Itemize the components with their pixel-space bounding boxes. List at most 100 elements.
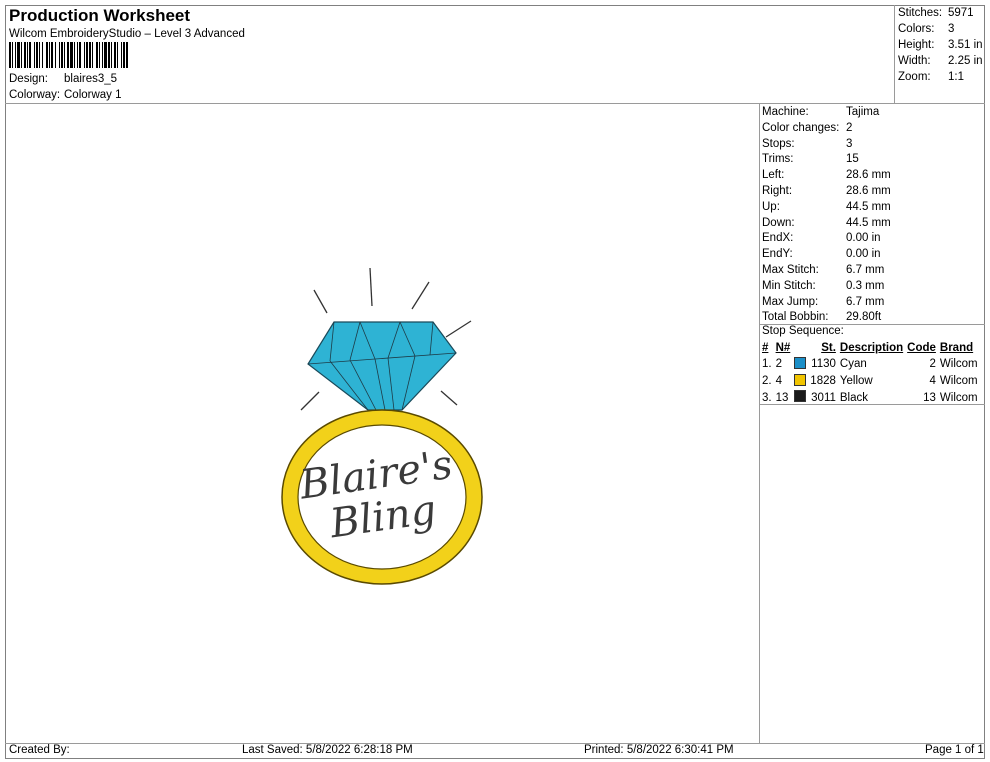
- machine-info-row: EndX: 0.00 in: [762, 231, 891, 247]
- summary-value: 1:1: [948, 71, 964, 83]
- summary-row: Width: 2.25 in: [898, 53, 983, 69]
- stop-code: 4: [929, 375, 936, 388]
- machine-info-row: Right: 28.6 mm: [762, 184, 891, 200]
- summary-value: 3.51 in: [948, 39, 983, 51]
- machine-info-row: Machine: Tajima: [762, 105, 891, 121]
- machine-info-label: Left:: [762, 169, 785, 182]
- summary-value: 5971: [948, 7, 974, 19]
- machine-info-value: 0.00 in: [846, 232, 881, 245]
- machine-info-label: EndY:: [762, 248, 793, 261]
- summary-row: Height: 3.51 in: [898, 37, 983, 53]
- machine-info-label: Max Jump:: [762, 295, 819, 308]
- footer-page-number: Page 1 of 1: [925, 744, 984, 756]
- machine-info-row: Total Bobbin: 29.80ft: [762, 310, 891, 326]
- thread-color-swatch: [794, 373, 807, 386]
- col-swatch: [792, 341, 808, 357]
- design-value: blaires3_5: [64, 73, 118, 85]
- stop-sequence-row: 2. 4 1828 Yellow 4 Wilcom: [760, 373, 980, 391]
- stop-brand: Wilcom: [939, 391, 978, 404]
- stop-table-header: # N# St. Description Code Brand: [760, 341, 980, 357]
- colorway-value: Colorway 1: [64, 89, 122, 101]
- col-brand: Brand: [939, 342, 974, 354]
- footer-divider: [5, 743, 985, 744]
- machine-info-row: Up: 44.5 mm: [762, 200, 891, 216]
- colorway-row: Colorway: Colorway 1: [9, 89, 122, 101]
- machine-info-label: Machine:: [762, 106, 809, 118]
- color-swatch: [792, 373, 808, 391]
- machine-info-label: Up:: [762, 200, 780, 213]
- machine-info-row: Min Stitch: 0.3 mm: [762, 279, 891, 295]
- stop-needle: 4: [775, 375, 782, 388]
- stop-stitches: 1828: [810, 375, 836, 388]
- machine-info-label: Max Stitch:: [762, 263, 819, 276]
- machine-info-label: Stops:: [762, 137, 795, 150]
- stop-code: 2: [929, 358, 936, 371]
- machine-info-value: 0.3 mm: [846, 279, 885, 292]
- machine-info-row: EndY: 0.00 in: [762, 247, 891, 263]
- summary-row: Colors: 3: [898, 21, 983, 37]
- software-name: Wilcom EmbroideryStudio – Level 3 Advanc…: [9, 28, 245, 40]
- stop-needle: 2: [775, 358, 782, 371]
- stop-brand: Wilcom: [939, 375, 978, 388]
- stop-sequence-title: Stop Sequence:: [762, 325, 844, 337]
- footer-printed: Printed: 5/8/2022 6:30:41 PM: [584, 744, 734, 756]
- header-divider: [5, 103, 985, 104]
- machine-info-value: 29.80ft: [846, 311, 882, 324]
- stop-brand: Wilcom: [939, 358, 978, 371]
- machine-info-label: Min Stitch:: [762, 279, 816, 292]
- stop-stitches: 3011: [811, 391, 836, 404]
- summary-divider: [894, 5, 895, 103]
- machine-info-row: Trims: 15: [762, 152, 891, 168]
- machine-info-row: Color changes: 2: [762, 121, 891, 137]
- diamond-gem: [307, 321, 457, 411]
- machine-info-value: 2: [846, 121, 853, 134]
- thread-color-swatch: [794, 356, 807, 369]
- stop-num: 3.: [762, 391, 772, 404]
- barcode-icon: [9, 42, 128, 68]
- colorway-label: Colorway:: [9, 89, 61, 101]
- stop-sequence-row: 1. 2 1130 Cyan 2 Wilcom: [760, 356, 980, 374]
- design-row: Design: blaires3_5: [9, 73, 117, 85]
- col-st: St.: [821, 342, 836, 354]
- stop-description: Cyan: [839, 358, 867, 371]
- col-num: #: [762, 342, 769, 354]
- machine-info-row: Stops: 3: [762, 137, 891, 153]
- machine-info-value: 3: [846, 137, 853, 150]
- summary-row: Stitches: 5971: [898, 5, 983, 21]
- machine-info-value: 6.7 mm: [846, 295, 885, 308]
- machine-info-value: 28.6 mm: [846, 184, 891, 197]
- machine-info-row: Left: 28.6 mm: [762, 168, 891, 184]
- machine-info-value: 15: [846, 153, 859, 166]
- machine-info-label: Color changes:: [762, 121, 840, 134]
- summary-label: Stitches:: [898, 7, 943, 19]
- machine-info-label: Right:: [762, 184, 793, 197]
- machine-info-panel: Machine: Tajima Color changes: 2 Stops: 3 Trim…: [762, 105, 891, 326]
- machine-info-value: Tajima: [846, 106, 880, 118]
- summary-label: Zoom:: [898, 71, 931, 83]
- col-code: Code: [907, 342, 936, 354]
- machine-info-label: Trims:: [762, 153, 794, 166]
- machine-info-value: 28.6 mm: [846, 169, 891, 182]
- design-label: Design:: [9, 73, 48, 85]
- col-n: N#: [775, 342, 791, 354]
- machine-info-value: 44.5 mm: [846, 200, 891, 213]
- machine-info-row: Max Jump: 6.7 mm: [762, 295, 891, 311]
- col-description: Description: [839, 342, 904, 354]
- machine-info-value: 0.00 in: [846, 248, 881, 261]
- info-panel-divider: [759, 103, 760, 744]
- embroidery-design-preview: Blaire's Bling: [281, 267, 483, 585]
- page-title: Production Worksheet: [9, 6, 191, 25]
- stop-code: 13: [923, 391, 936, 404]
- summary-value: 3: [948, 23, 955, 35]
- machine-info-value: 6.7 mm: [846, 263, 885, 276]
- summary-label: Height:: [898, 39, 935, 51]
- stop-needle: 13: [775, 391, 789, 404]
- stop-description: Yellow: [839, 375, 873, 388]
- summary-label: Width:: [898, 55, 931, 67]
- summary-row: Zoom: 1:1: [898, 69, 983, 85]
- machine-info-row: Max Stitch: 6.7 mm: [762, 263, 891, 279]
- stop-num: 2.: [762, 375, 772, 388]
- stop-stitches: 1130: [811, 358, 836, 371]
- machine-info-label: EndX:: [762, 232, 794, 245]
- summary-label: Colors:: [898, 23, 935, 35]
